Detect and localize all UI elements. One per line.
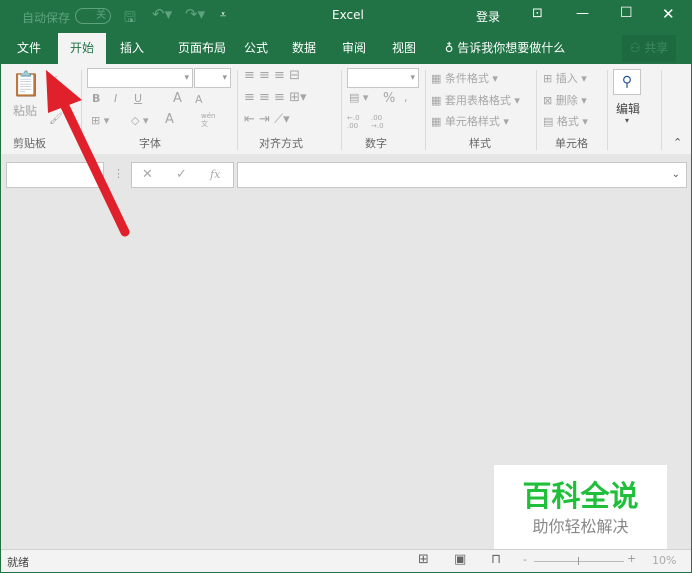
red-arrow-annotation: [46, 70, 130, 237]
